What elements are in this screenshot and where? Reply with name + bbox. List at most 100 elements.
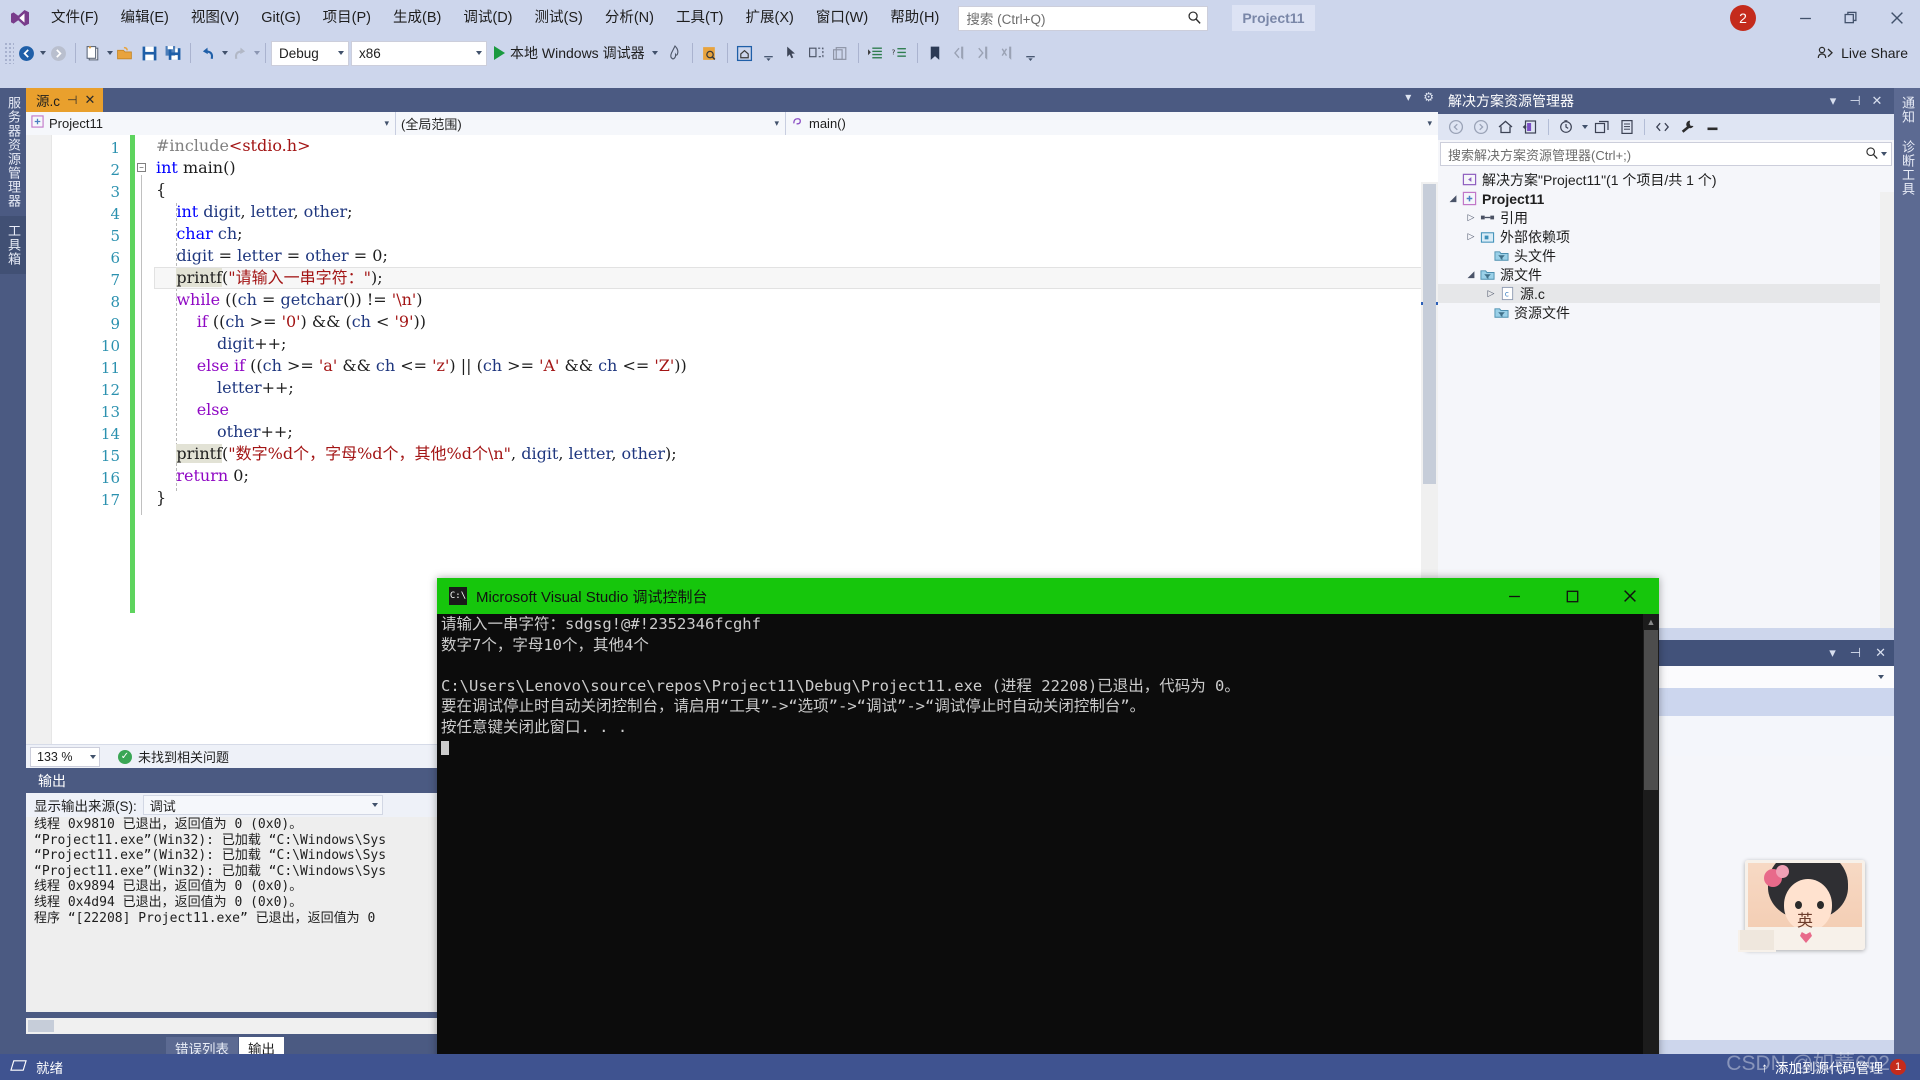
scroll-up-icon[interactable]: ▲	[1643, 614, 1659, 630]
menu-item-debug[interactable]: 调试(D)	[452, 5, 523, 31]
vertical-tab-toolbox[interactable]: 工具箱	[0, 216, 27, 274]
new-project-icon[interactable]	[81, 40, 105, 66]
menu-item-extensions[interactable]: 扩展(X)	[735, 5, 805, 31]
solution-explorer-search-input[interactable]: 搜索解决方案资源管理器(Ctrl+;)	[1440, 142, 1892, 166]
restore-icon[interactable]	[1828, 0, 1874, 36]
start-debugging-button[interactable]: 本地 Windows 调试器	[489, 40, 663, 66]
menu-item-window[interactable]: 窗口(W)	[805, 5, 879, 31]
menu-item-file[interactable]: 文件(F)	[40, 5, 110, 31]
hot-reload-icon[interactable]	[663, 40, 687, 66]
error-count-badge[interactable]: 1	[1890, 1059, 1906, 1075]
toolbar-overflow-icon[interactable]	[1019, 40, 1043, 66]
navbar-project-select[interactable]: Project11 ▾	[26, 111, 396, 135]
solution-explorer-scrollbar[interactable]	[1880, 192, 1894, 628]
minimize-icon[interactable]	[1782, 0, 1828, 36]
save-icon[interactable]	[137, 40, 161, 66]
maximize-icon[interactable]	[1543, 578, 1601, 614]
debug-console-window[interactable]: C:\ Microsoft Visual Studio 调试控制台 请输入一串字…	[437, 578, 1659, 1080]
twisty-expanded-icon[interactable]: ◢	[1464, 269, 1478, 280]
chevron-down-icon[interactable]: ▾	[1829, 645, 1836, 661]
menu-item-analyze[interactable]: 分析(N)	[594, 5, 665, 31]
twisty-collapsed-icon[interactable]: ▷	[1464, 212, 1478, 223]
properties-icon[interactable]	[1615, 116, 1638, 138]
home-icon[interactable]	[1494, 116, 1517, 138]
show-all-files-icon[interactable]	[1651, 116, 1674, 138]
navigate-backward-icon[interactable]	[14, 40, 38, 66]
redo-dropdown-icon[interactable]	[254, 51, 260, 55]
source-control-upload-icon[interactable]: ↑	[1761, 1060, 1768, 1075]
toolbar-grip[interactable]	[4, 42, 14, 64]
console-scrollbar[interactable]: ▲	[1643, 614, 1659, 1080]
solution-explorer-home-icon[interactable]	[733, 40, 757, 66]
toggle-layout-icon[interactable]	[805, 40, 829, 66]
console-scrollbar-thumb[interactable]	[1644, 630, 1658, 790]
menu-item-build[interactable]: 生成(B)	[382, 5, 452, 31]
solution-configuration-select[interactable]: Debug	[271, 40, 349, 66]
console-output-area[interactable]: 请输入一串字符：sdgsg!@#!2352346fcghf 数字7个，字母10个…	[437, 614, 1659, 1080]
pending-changes-icon[interactable]	[1555, 116, 1578, 138]
tree-node-source-files[interactable]: ◢ 源文件	[1438, 265, 1894, 284]
document-tab-source-c[interactable]: 源.c ⊣ ✕	[26, 88, 104, 112]
save-all-icon[interactable]	[161, 40, 185, 66]
editor-scrollbar-thumb[interactable]	[1423, 184, 1436, 484]
outlining-margin[interactable]: −	[136, 135, 154, 744]
menu-item-view[interactable]: 视图(V)	[180, 5, 250, 31]
close-icon[interactable]	[1601, 578, 1659, 614]
gear-icon[interactable]: ⚙	[1423, 90, 1434, 104]
vertical-tab-server-explorer[interactable]: 服务器资源管理器	[0, 88, 27, 216]
navbar-member-select[interactable]: main() ▾	[786, 111, 1438, 135]
find-in-files-icon[interactable]	[698, 40, 722, 66]
tree-node-source-c[interactable]: ▷ c 源.c	[1438, 284, 1894, 303]
close-icon[interactable]: ✕	[1866, 93, 1888, 109]
vertical-tab-notifications[interactable]: 通知	[1894, 88, 1920, 132]
menu-item-test[interactable]: 测试(S)	[524, 5, 594, 31]
menu-item-tools[interactable]: 工具(T)	[665, 5, 735, 31]
tree-node-references[interactable]: ▷ 引用	[1438, 208, 1894, 227]
pin-icon[interactable]: ⊣	[1844, 93, 1866, 109]
solution-platform-select[interactable]: x86	[351, 40, 487, 66]
toolbar-options-icon[interactable]	[757, 40, 781, 66]
menu-item-help[interactable]: 帮助(H)	[879, 5, 950, 31]
comment-icon[interactable]: ?	[888, 40, 912, 66]
bookmark-icon[interactable]	[923, 40, 947, 66]
vertical-tab-diagnostic-tools[interactable]: 诊断工具	[1894, 132, 1920, 204]
zoom-level-select[interactable]: 133 %	[30, 746, 100, 767]
close-icon[interactable]: ✕	[84, 92, 95, 108]
wrench-icon[interactable]	[1676, 116, 1699, 138]
output-source-select[interactable]: 调试	[142, 795, 383, 815]
menu-item-git[interactable]: Git(G)	[250, 5, 311, 31]
tree-node-header-files[interactable]: 头文件	[1438, 246, 1894, 265]
menu-item-edit[interactable]: 编辑(E)	[110, 5, 180, 31]
twisty-expanded-icon[interactable]: ◢	[1446, 193, 1460, 204]
copy-layout-icon[interactable]	[829, 40, 853, 66]
undo-icon[interactable]	[196, 40, 220, 66]
navbar-scope-select[interactable]: (全局范围) ▾	[396, 111, 786, 135]
close-icon[interactable]: ✕	[1875, 645, 1886, 661]
tree-node-resource-files[interactable]: 资源文件	[1438, 303, 1894, 322]
notification-badge[interactable]: 2	[1730, 5, 1756, 31]
chevron-down-icon[interactable]: ▾	[1822, 93, 1844, 109]
pending-changes-dropdown-icon[interactable]	[1582, 125, 1588, 129]
sync-with-active-document-icon[interactable]	[1519, 116, 1542, 138]
pin-icon[interactable]: ⊣	[67, 93, 77, 107]
chevron-down-icon[interactable]: ▾	[1405, 90, 1411, 104]
open-file-icon[interactable]	[113, 40, 137, 66]
pin-icon[interactable]: ⊣	[1850, 645, 1861, 661]
indent-icon[interactable]	[864, 40, 888, 66]
close-icon[interactable]	[1874, 0, 1920, 36]
twisty-collapsed-icon[interactable]: ▷	[1464, 231, 1478, 242]
minimize-icon[interactable]	[1485, 578, 1543, 614]
output-scrollbar-thumb[interactable]	[28, 1020, 54, 1032]
collapse-main-icon[interactable]: −	[137, 163, 146, 172]
live-share-button[interactable]: Live Share	[1817, 45, 1908, 61]
search-options-dropdown-icon[interactable]	[1881, 152, 1887, 156]
twisty-collapsed-icon[interactable]: ▷	[1484, 288, 1498, 299]
menu-item-project[interactable]: 项目(P)	[312, 5, 382, 31]
source-control-label[interactable]: 添加到源代码管理	[1775, 1057, 1883, 1077]
minus-icon[interactable]	[1701, 116, 1724, 138]
tree-node-project[interactable]: ◢ Project11	[1438, 189, 1894, 208]
select-element-icon[interactable]	[781, 40, 805, 66]
collapse-all-icon[interactable]	[1590, 116, 1613, 138]
tree-node-solution[interactable]: 解决方案"Project11"(1 个项目/共 1 个)	[1438, 170, 1894, 189]
tree-node-external-dependencies[interactable]: ▷ 外部依赖项	[1438, 227, 1894, 246]
